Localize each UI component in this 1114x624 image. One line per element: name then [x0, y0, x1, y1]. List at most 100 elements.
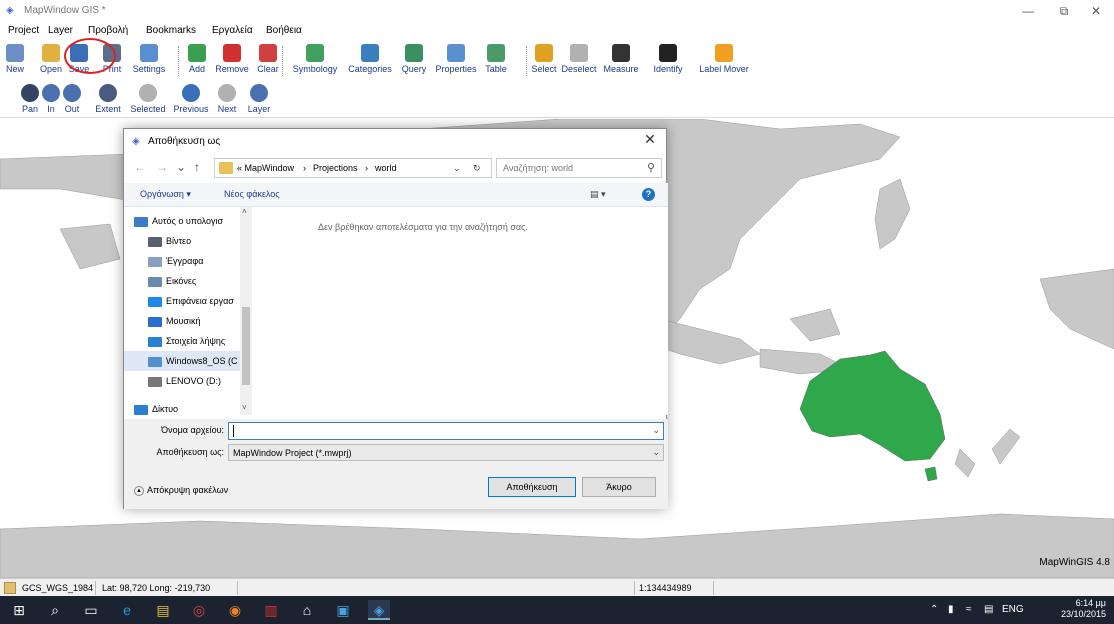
minimize-button[interactable]: —: [1010, 0, 1046, 22]
menu-view[interactable]: Προβολή: [88, 25, 128, 36]
store-icon[interactable]: ▣: [332, 600, 354, 620]
forward-arrow-icon[interactable]: →: [156, 160, 168, 174]
wifi-icon[interactable]: ≈: [966, 604, 972, 615]
nav-tree-item[interactable]: Δίκτυο: [124, 399, 242, 415]
search-field[interactable]: Αναζήτηση: world ⚲: [496, 158, 662, 178]
language-indicator[interactable]: ENG: [1002, 604, 1024, 615]
battery-icon[interactable]: ▮: [948, 604, 954, 615]
nav-tree-item[interactable]: Έγγραφα: [124, 251, 242, 271]
clear-button[interactable]: Clear: [254, 44, 282, 78]
new-button[interactable]: New: [4, 44, 26, 78]
notifications-icon[interactable]: ▤: [984, 604, 993, 615]
chevron-down-icon[interactable]: ⌄: [652, 425, 660, 436]
zoom-extent-button[interactable]: Extent: [92, 84, 124, 118]
nav-tree-item[interactable]: Εικόνες: [124, 271, 242, 291]
zoom-layer-icon: [250, 84, 268, 102]
toolbar-separator: [526, 46, 527, 76]
nav-tree-item[interactable]: Βίντεο: [124, 231, 242, 251]
breadcrumb-mapwindow[interactable]: « MapWindow: [237, 163, 294, 173]
zoom-layer-button[interactable]: Layer: [244, 84, 274, 118]
new-folder-button[interactable]: Νέος φάκελος: [224, 189, 280, 199]
maximize-button[interactable]: ⧉: [1046, 0, 1082, 22]
measure-button[interactable]: Measure: [600, 44, 642, 78]
windows-start-icon[interactable]: ⊞: [8, 600, 30, 620]
chrome-icon[interactable]: ◎: [188, 600, 210, 620]
nav-tree-item[interactable]: Αυτός ο υπολογισ: [124, 211, 242, 231]
navigation-pane-scrollbar[interactable]: ˄ ˅: [240, 207, 252, 415]
breadcrumb-projections[interactable]: Projections: [313, 163, 358, 173]
properties-button[interactable]: Properties: [434, 44, 478, 78]
edge-icon[interactable]: e: [116, 600, 138, 620]
file-explorer-icon[interactable]: ▤: [152, 600, 174, 620]
scroll-down-icon[interactable]: ˅: [242, 403, 247, 412]
refresh-icon[interactable]: ↻: [473, 163, 481, 174]
clock-time[interactable]: 6:14 μμ: [1076, 598, 1106, 608]
settings-button[interactable]: Settings: [124, 44, 174, 78]
zoom-in-button[interactable]: In: [42, 84, 60, 118]
save-highlight-circle: [64, 38, 116, 74]
select-button[interactable]: Select: [530, 44, 558, 78]
dialog-close-button[interactable]: ✕: [640, 131, 660, 149]
address-bar[interactable]: « MapWindow › Projections › world ⌄ ↻: [214, 158, 492, 178]
close-window-button[interactable]: ✕: [1078, 0, 1114, 22]
menu-project[interactable]: Project: [8, 25, 39, 36]
nav-tree-item[interactable]: LENOVO (D:): [124, 371, 242, 391]
menu-tools[interactable]: Εργαλεία: [212, 25, 253, 36]
label-mover-button[interactable]: Label Mover: [694, 44, 754, 78]
toolbar-label: Select: [531, 64, 557, 74]
categories-button[interactable]: Categories: [346, 44, 394, 78]
filename-input[interactable]: ⌄: [228, 422, 664, 440]
show-hidden-icons-icon[interactable]: ⌃: [930, 604, 938, 615]
scrollbar-thumb[interactable]: [242, 307, 250, 385]
search-icon[interactable]: ⌕: [44, 600, 66, 620]
up-arrow-icon[interactable]: ↑: [194, 160, 200, 174]
table-button[interactable]: Table: [482, 44, 510, 78]
home-icon[interactable]: ⌂: [296, 600, 318, 620]
menu-bookmarks[interactable]: Bookmarks: [146, 25, 196, 36]
zoom-previous-button[interactable]: Previous: [172, 84, 210, 118]
cancel-button[interactable]: Άκυρο: [582, 477, 656, 497]
breadcrumb-world[interactable]: world: [375, 163, 397, 173]
nav-tree-item[interactable]: Windows8_OS (C: [124, 351, 242, 371]
identify-button[interactable]: Identify: [648, 44, 688, 78]
menu-help[interactable]: Βοήθεια: [266, 25, 302, 36]
popcorn-icon[interactable]: ▥: [260, 600, 282, 620]
organize-button[interactable]: Οργάνωση ▾: [140, 189, 191, 200]
map-scale: 1:134434989: [634, 581, 714, 595]
toolbar-label: Clear: [257, 64, 279, 74]
address-dropdown-icon[interactable]: ⌄: [453, 163, 461, 174]
clock-date[interactable]: 23/10/2015: [1061, 609, 1106, 619]
query-button[interactable]: Query: [398, 44, 430, 78]
toolbar-label: Settings: [132, 64, 166, 74]
chevron-down-icon[interactable]: ⌄: [652, 447, 660, 458]
scroll-up-icon[interactable]: ˄: [242, 207, 247, 216]
filetype-select[interactable]: MapWindow Project (*.mwprj) ⌄: [228, 444, 664, 461]
nav-tree-item[interactable]: Επιφάνεια εργασ: [124, 291, 242, 311]
back-arrow-icon[interactable]: ←: [134, 160, 146, 174]
windows-taskbar: ⊞ ⌕ ▭ e ▤ ◎ ◉ ▥ ⌂ ▣ ◈ ⌃ ▮ ≈ ▤ ENG 6:14 μμ 23/10/20…: [0, 596, 1114, 624]
remove-button[interactable]: Remove: [214, 44, 250, 78]
nav-tree-item[interactable]: Μουσική: [124, 311, 242, 331]
nav-tree-item[interactable]: Στοιχεία λήψης: [124, 331, 242, 351]
firefox-icon[interactable]: ◉: [224, 600, 246, 620]
projection-selector[interactable]: GCS_WGS_1984 ▾: [18, 581, 96, 607]
deselect-button[interactable]: Deselect: [560, 44, 598, 78]
zoom-next-button[interactable]: Next: [214, 84, 240, 118]
mapwindow-icon[interactable]: ◈: [368, 600, 390, 620]
zoom-out-button[interactable]: Out: [62, 84, 82, 118]
zoom-pan-button[interactable]: Pan: [20, 84, 40, 118]
task-view-icon[interactable]: ▭: [80, 600, 102, 620]
symbology-button[interactable]: Symbology: [290, 44, 340, 78]
menu-layer[interactable]: Layer: [48, 25, 73, 36]
open-button[interactable]: Open: [38, 44, 64, 78]
recent-dropdown-icon[interactable]: ⌄: [176, 160, 186, 174]
hide-folders-label: Απόκρυψη φακέλων: [147, 485, 229, 495]
view-options-icon[interactable]: ▤ ▾: [590, 189, 606, 200]
zoom-selected-button[interactable]: Selected: [128, 84, 168, 118]
add-button[interactable]: Add: [186, 44, 208, 78]
save-button[interactable]: Αποθήκευση: [488, 477, 576, 497]
help-icon[interactable]: ?: [642, 188, 655, 201]
file-list-area[interactable]: Δεν βρέθηκαν αποτελέσματα για την αναζήτ…: [252, 207, 668, 415]
hide-folders-toggle[interactable]: ▲ Απόκρυψη φακέλων: [134, 485, 228, 496]
settings-icon: [140, 44, 158, 62]
